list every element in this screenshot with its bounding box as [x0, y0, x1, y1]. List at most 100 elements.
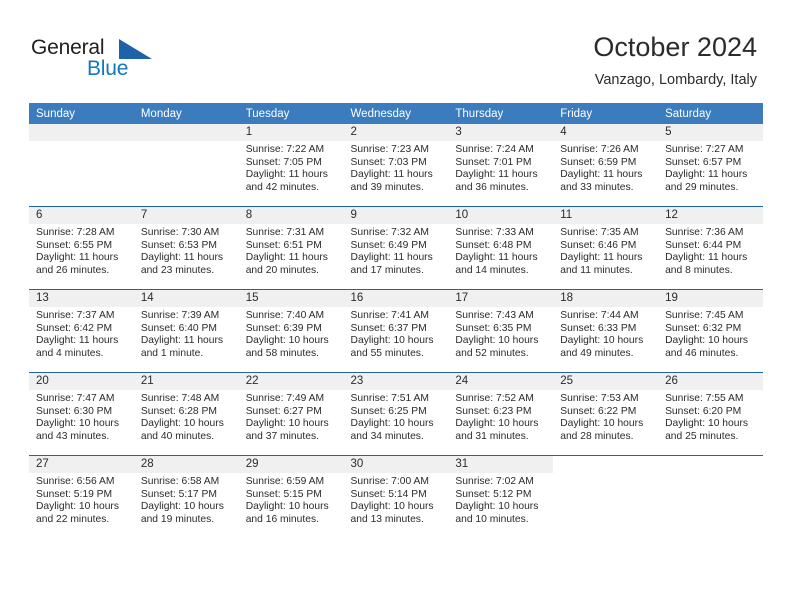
- calendar-cell[interactable]: 17 Sunrise: 7:43 AM Sunset: 6:35 PM Dayligh…: [448, 289, 554, 373]
- general-blue-logo[interactable]: General Blue: [31, 36, 181, 84]
- calendar-cell[interactable]: 22 Sunrise: 7:49 AM Sunset: 6:27 PM Dayligh…: [238, 372, 344, 456]
- calendar-cell[interactable]: 9 Sunrise: 7:32 AM Sunset: 6:49 PM Daylight…: [343, 206, 449, 290]
- day-number: 16: [343, 290, 449, 307]
- day-cell: 11 Sunrise: 7:35 AM Sunset: 6:46 PM Dayligh…: [553, 207, 659, 289]
- sunrise-text: Sunrise: 7:45 AM: [665, 310, 744, 321]
- daylight-text-line2: and 28 minutes.: [560, 430, 634, 442]
- calendar-cell[interactable]: 27 Sunrise: 6:56 AM Sunset: 5:19 PM Dayligh…: [29, 455, 134, 538]
- day-cell: 10 Sunrise: 7:33 AM Sunset: 6:48 PM Dayligh…: [448, 207, 554, 289]
- daylight-text-line1: Daylight: 10 hours: [350, 501, 434, 513]
- day-details: Sunrise: 7:47 AM Sunset: 6:30 PM Daylight:…: [29, 390, 134, 443]
- day-number: 18: [553, 290, 659, 307]
- calendar-cell[interactable]: 15 Sunrise: 7:40 AM Sunset: 6:39 PM Dayligh…: [238, 289, 344, 373]
- sunrise-text: Sunrise: 7:43 AM: [455, 310, 534, 321]
- weekday-header-wednesday: Wednesday: [343, 103, 449, 124]
- day-cell: 7 Sunrise: 7:30 AM Sunset: 6:53 PM Daylight…: [133, 207, 239, 289]
- sunset-text: Sunset: 7:03 PM: [350, 156, 427, 168]
- day-details: Sunrise: 7:48 AM Sunset: 6:28 PM Daylight:…: [134, 390, 239, 443]
- daylight-text-line1: Daylight: 11 hours: [560, 169, 643, 181]
- calendar-cell[interactable]: 16 Sunrise: 7:41 AM Sunset: 6:37 PM Dayligh…: [343, 289, 449, 373]
- day-cell: 26 Sunrise: 7:55 AM Sunset: 6:20 PM Dayligh…: [658, 373, 763, 455]
- daylight-text-line1: Daylight: 10 hours: [245, 501, 329, 513]
- calendar-cell[interactable]: [658, 455, 763, 538]
- calendar-cell[interactable]: 4 Sunrise: 7:26 AM Sunset: 6:59 PM Daylight…: [553, 124, 659, 207]
- calendar-cell[interactable]: 24 Sunrise: 7:52 AM Sunset: 6:23 PM Dayligh…: [448, 372, 554, 456]
- calendar-week-row: 13 Sunrise: 7:37 AM Sunset: 6:42 PM Dayligh…: [29, 289, 763, 373]
- day-details: Sunrise: 7:39 AM Sunset: 6:40 PM Daylight:…: [134, 307, 239, 360]
- sunrise-text: Sunrise: 7:39 AM: [140, 310, 220, 321]
- calendar-cell[interactable]: 29 Sunrise: 6:59 AM Sunset: 5:15 PM Dayligh…: [238, 455, 344, 538]
- calendar-cell[interactable]: 5 Sunrise: 7:27 AM Sunset: 6:57 PM Daylight…: [658, 124, 763, 207]
- calendar-cell[interactable]: [553, 455, 659, 538]
- day-details: Sunrise: 7:24 AM Sunset: 7:01 PM Daylight:…: [448, 141, 553, 194]
- sunrise-text: Sunrise: 7:28 AM: [36, 227, 115, 238]
- sunset-text: Sunset: 6:23 PM: [455, 405, 532, 417]
- calendar-cell[interactable]: 30 Sunrise: 7:00 AM Sunset: 5:14 PM Dayligh…: [343, 455, 449, 538]
- sunset-text: Sunset: 6:49 PM: [350, 239, 427, 251]
- daylight-text-line1: Daylight: 10 hours: [665, 335, 749, 347]
- calendar-cell[interactable]: 7 Sunrise: 7:30 AM Sunset: 6:53 PM Daylight…: [133, 206, 239, 290]
- month-calendar: Sunday Monday Tuesday Wednesday Thursday…: [29, 103, 763, 538]
- calendar-cell[interactable]: [29, 124, 134, 207]
- calendar-cell[interactable]: 1 Sunrise: 7:22 AM Sunset: 7:05 PM Daylight…: [238, 124, 344, 207]
- daylight-text-line2: and 22 minutes.: [36, 513, 110, 525]
- day-number: 11: [553, 207, 659, 224]
- daylight-text-line2: and 34 minutes.: [350, 430, 424, 442]
- calendar-cell[interactable]: 8 Sunrise: 7:31 AM Sunset: 6:51 PM Daylight…: [238, 206, 344, 290]
- calendar-cell[interactable]: 11 Sunrise: 7:35 AM Sunset: 6:46 PM Dayligh…: [553, 206, 659, 290]
- sunset-text: Sunset: 5:19 PM: [36, 488, 113, 500]
- day-cell: 5 Sunrise: 7:27 AM Sunset: 6:57 PM Daylight…: [658, 124, 763, 206]
- day-number: 3: [448, 124, 554, 141]
- calendar-cell[interactable]: 6 Sunrise: 7:28 AM Sunset: 6:55 PM Daylight…: [29, 206, 134, 290]
- calendar-cell[interactable]: 2 Sunrise: 7:23 AM Sunset: 7:03 PM Daylight…: [343, 124, 449, 207]
- day-details: Sunrise: 7:35 AM Sunset: 6:46 PM Daylight:…: [553, 224, 658, 277]
- calendar-cell[interactable]: 26 Sunrise: 7:55 AM Sunset: 6:20 PM Dayligh…: [658, 372, 763, 456]
- calendar-cell[interactable]: 23 Sunrise: 7:51 AM Sunset: 6:25 PM Dayligh…: [343, 372, 449, 456]
- day-number: 8: [238, 207, 344, 224]
- daylight-text-line2: and 55 minutes.: [350, 347, 424, 359]
- day-number: 25: [553, 373, 659, 390]
- calendar-cell[interactable]: 18 Sunrise: 7:44 AM Sunset: 6:33 PM Dayligh…: [553, 289, 659, 373]
- daylight-text-line1: Daylight: 11 hours: [245, 169, 328, 181]
- day-number: 10: [448, 207, 554, 224]
- calendar-cell[interactable]: 14 Sunrise: 7:39 AM Sunset: 6:40 PM Dayligh…: [133, 289, 239, 373]
- calendar-cell[interactable]: 12 Sunrise: 7:36 AM Sunset: 6:44 PM Dayligh…: [658, 206, 763, 290]
- daylight-text-line1: Daylight: 11 hours: [36, 335, 119, 347]
- day-cell: 13 Sunrise: 7:37 AM Sunset: 6:42 PM Dayligh…: [29, 290, 134, 372]
- triangle-logo-icon: [119, 39, 152, 59]
- day-cell-empty: [553, 456, 658, 538]
- calendar-cell[interactable]: 10 Sunrise: 7:33 AM Sunset: 6:48 PM Dayligh…: [448, 206, 554, 290]
- daylight-text-line1: Daylight: 10 hours: [140, 501, 224, 513]
- sunrise-text: Sunrise: 7:32 AM: [350, 227, 429, 238]
- calendar-cell[interactable]: 31 Sunrise: 7:02 AM Sunset: 5:12 PM Dayligh…: [448, 455, 554, 538]
- sunset-text: Sunset: 6:48 PM: [455, 239, 532, 251]
- sunrise-text: Sunrise: 7:33 AM: [455, 227, 534, 238]
- daylight-text-line2: and 1 minute.: [140, 347, 204, 359]
- sunrise-text: Sunrise: 7:37 AM: [36, 310, 115, 321]
- sunset-text: Sunset: 6:32 PM: [665, 322, 742, 334]
- sunset-text: Sunset: 6:57 PM: [665, 156, 742, 168]
- daylight-text-line2: and 26 minutes.: [36, 264, 110, 276]
- calendar-cell[interactable]: 25 Sunrise: 7:53 AM Sunset: 6:22 PM Dayligh…: [553, 372, 659, 456]
- sunrise-text: Sunrise: 7:30 AM: [140, 227, 220, 238]
- calendar-cell[interactable]: 28 Sunrise: 6:58 AM Sunset: 5:17 PM Dayligh…: [133, 455, 239, 538]
- calendar-cell[interactable]: 3 Sunrise: 7:24 AM Sunset: 7:01 PM Daylight…: [448, 124, 554, 207]
- weekday-header-tuesday: Tuesday: [238, 103, 344, 124]
- calendar-cell[interactable]: 13 Sunrise: 7:37 AM Sunset: 6:42 PM Dayligh…: [29, 289, 134, 373]
- daylight-text-line1: Daylight: 11 hours: [140, 252, 224, 264]
- sunrise-text: Sunrise: 6:59 AM: [245, 476, 325, 487]
- calendar-cell[interactable]: [133, 124, 239, 207]
- calendar-cell[interactable]: 21 Sunrise: 7:48 AM Sunset: 6:28 PM Dayligh…: [133, 372, 239, 456]
- day-cell: 16 Sunrise: 7:41 AM Sunset: 6:37 PM Dayligh…: [343, 290, 449, 372]
- sunset-text: Sunset: 5:12 PM: [455, 488, 532, 500]
- calendar-page: General Blue October 2024 Vanzago, Lomba…: [0, 0, 792, 612]
- calendar-week-row: 27 Sunrise: 6:56 AM Sunset: 5:19 PM Dayligh…: [29, 455, 763, 538]
- calendar-cell[interactable]: 19 Sunrise: 7:45 AM Sunset: 6:32 PM Dayligh…: [658, 289, 763, 373]
- calendar-cell[interactable]: 20 Sunrise: 7:47 AM Sunset: 6:30 PM Dayligh…: [29, 372, 134, 456]
- day-details: Sunrise: 7:23 AM Sunset: 7:03 PM Daylight:…: [344, 141, 449, 194]
- daylight-text-line1: Daylight: 10 hours: [560, 418, 644, 430]
- day-details: Sunrise: 7:32 AM Sunset: 6:49 PM Daylight:…: [344, 224, 449, 277]
- daylight-text-line2: and 36 minutes.: [455, 181, 529, 193]
- day-cell: 12 Sunrise: 7:36 AM Sunset: 6:44 PM Dayligh…: [658, 207, 763, 289]
- daylight-text-line1: Daylight: 11 hours: [560, 252, 643, 264]
